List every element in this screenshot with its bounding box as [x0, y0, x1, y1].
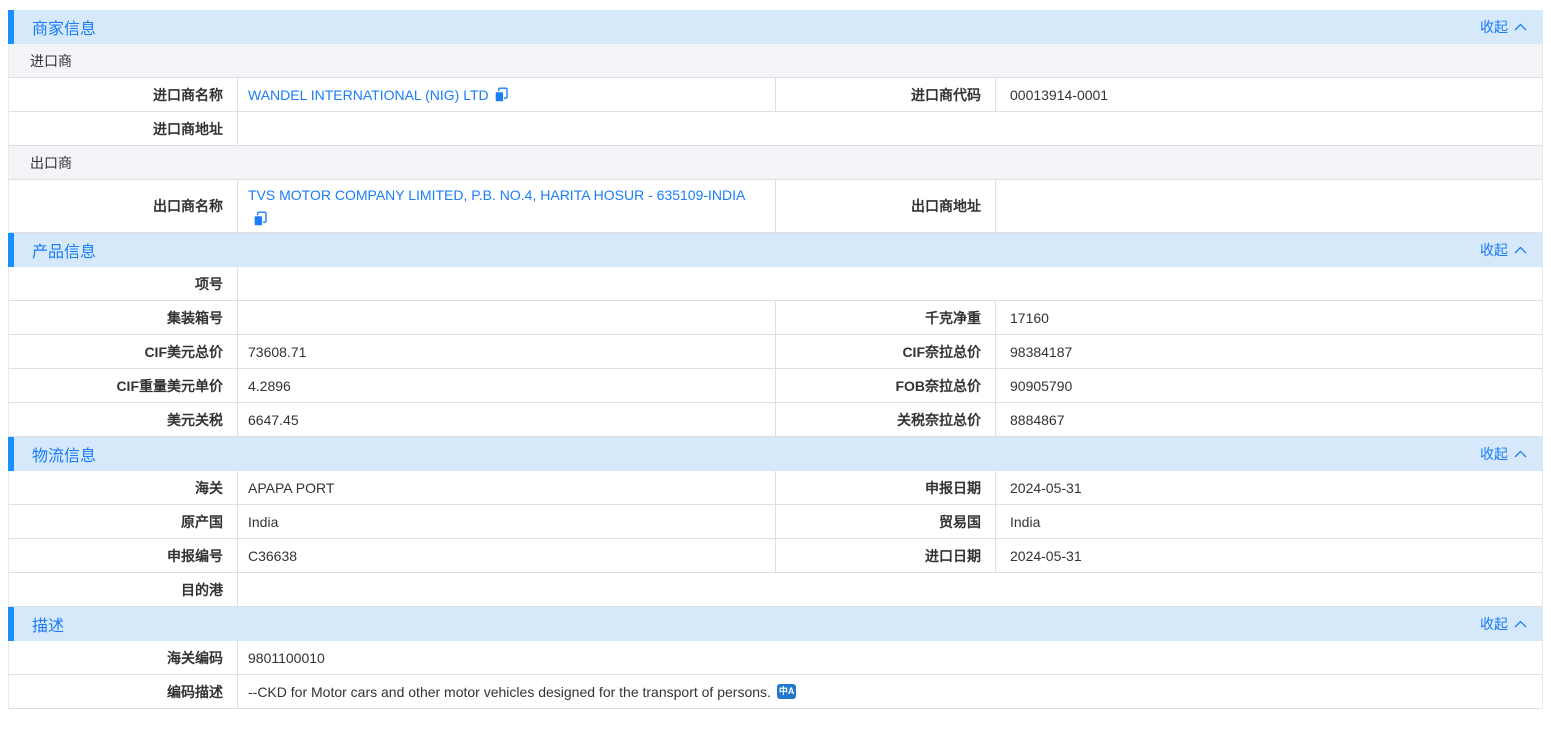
group-row-importer: 进口商: [9, 44, 1542, 78]
translate-icon[interactable]: 中A: [777, 684, 797, 699]
collapse-label: 收起: [1480, 444, 1508, 464]
dest-port-value: [238, 573, 1542, 606]
section-product: 产品信息 收起 项号 集装箱号 千克净重 17160 CIF美元总价 73608…: [8, 233, 1543, 437]
copy-icon[interactable]: [494, 87, 508, 103]
field-label: 千克净重: [776, 301, 996, 334]
group-label: 出口商: [30, 153, 72, 173]
import-date-value: 2024-05-31: [996, 539, 1542, 572]
field-label: 编码描述: [9, 675, 238, 708]
collapse-toggle-logistics[interactable]: 收起: [1480, 444, 1527, 464]
product-table: 项号 集装箱号 千克净重 17160 CIF美元总价 73608.71 CIF奈…: [8, 267, 1543, 437]
table-row: 项号: [9, 267, 1542, 301]
exporter-name-cell: TVS MOTOR COMPANY LIMITED, P.B. NO.4, HA…: [238, 180, 776, 232]
field-label: 出口商名称: [9, 180, 238, 232]
collapse-label: 收起: [1480, 240, 1508, 260]
merchant-table: 进口商 进口商名称 WANDEL INTERNATIONAL (NIG) LTD…: [8, 44, 1543, 233]
table-row: 海关 APAPA PORT 申报日期 2024-05-31: [9, 471, 1542, 505]
field-label: 申报编号: [9, 539, 238, 572]
table-row: 编码描述 --CKD for Motor cars and other moto…: [9, 675, 1542, 709]
importer-address-value: [238, 112, 1542, 145]
exporter-name-link[interactable]: TVS MOTOR COMPANY LIMITED, P.B. NO.4, HA…: [248, 187, 745, 203]
group-row-exporter: 出口商: [9, 146, 1542, 180]
field-label: 进口商代码: [776, 78, 996, 111]
duty-naira-total-value: 8884867: [996, 403, 1542, 436]
section-title-product: 产品信息: [32, 238, 96, 262]
exporter-address-value: [996, 180, 1542, 232]
importer-code-value: 00013914-0001: [996, 78, 1542, 111]
field-label: 关税奈拉总价: [776, 403, 996, 436]
field-label: 进口日期: [776, 539, 996, 572]
field-label: 申报日期: [776, 471, 996, 504]
table-row: 美元关税 6647.45 关税奈拉总价 8884867: [9, 403, 1542, 437]
customs-value: APAPA PORT: [238, 471, 776, 504]
section-merchant: 商家信息 收起 进口商 进口商名称 WANDEL INTERNATIONAL (…: [8, 10, 1543, 233]
trade-country-value: India: [996, 505, 1542, 538]
importer-name-cell: WANDEL INTERNATIONAL (NIG) LTD: [238, 78, 776, 111]
section-header-description: 描述 收起: [8, 607, 1543, 641]
table-row: 原产国 India 贸易国 India: [9, 505, 1542, 539]
field-label: CIF奈拉总价: [776, 335, 996, 368]
field-label: 出口商地址: [776, 180, 996, 232]
section-title-description: 描述: [32, 612, 64, 636]
copy-icon[interactable]: [253, 211, 267, 227]
table-row: 出口商名称 TVS MOTOR COMPANY LIMITED, P.B. NO…: [9, 180, 1542, 233]
table-row: 集装箱号 千克净重 17160: [9, 301, 1542, 335]
section-title-logistics: 物流信息: [32, 442, 96, 466]
table-row: 进口商地址: [9, 112, 1542, 146]
usd-duty-value: 6647.45: [238, 403, 776, 436]
code-desc-cell: --CKD for Motor cars and other motor veh…: [238, 675, 1542, 708]
section-description: 描述 收起 海关编码 9801100010 编码描述 --CKD for Mot…: [8, 607, 1543, 709]
section-header-logistics: 物流信息 收起: [8, 437, 1543, 471]
collapse-label: 收起: [1480, 17, 1508, 37]
trade-record-page: 商家信息 收起 进口商 进口商名称 WANDEL INTERNATIONAL (…: [0, 0, 1551, 713]
section-header-product: 产品信息 收起: [8, 233, 1543, 267]
field-label: 海关: [9, 471, 238, 504]
code-desc-value: --CKD for Motor cars and other motor veh…: [248, 684, 771, 700]
chevron-up-icon: [1514, 450, 1527, 458]
section-logistics: 物流信息 收起 海关 APAPA PORT 申报日期 2024-05-31 原产…: [8, 437, 1543, 607]
field-label: CIF重量美元单价: [9, 369, 238, 402]
field-label: 原产国: [9, 505, 238, 538]
importer-name-link[interactable]: WANDEL INTERNATIONAL (NIG) LTD: [248, 87, 489, 103]
chevron-up-icon: [1514, 246, 1527, 254]
field-label: CIF美元总价: [9, 335, 238, 368]
field-label: 海关编码: [9, 641, 238, 674]
table-row: CIF重量美元单价 4.2896 FOB奈拉总价 90905790: [9, 369, 1542, 403]
section-title-merchant: 商家信息: [32, 15, 96, 39]
field-label: 贸易国: [776, 505, 996, 538]
declare-date-value: 2024-05-31: [996, 471, 1542, 504]
cif-usd-total-value: 73608.71: [238, 335, 776, 368]
field-label: 目的港: [9, 573, 238, 606]
field-label: 美元关税: [9, 403, 238, 436]
cif-naira-total-value: 98384187: [996, 335, 1542, 368]
collapse-toggle-product[interactable]: 收起: [1480, 240, 1527, 260]
declare-no-value: C36638: [238, 539, 776, 572]
item-no-value: [238, 267, 1542, 300]
table-row: 海关编码 9801100010: [9, 641, 1542, 675]
field-label: 进口商名称: [9, 78, 238, 111]
table-row: 目的港: [9, 573, 1542, 607]
fob-naira-total-value: 90905790: [996, 369, 1542, 402]
collapse-label: 收起: [1480, 614, 1508, 634]
chevron-up-icon: [1514, 620, 1527, 628]
container-no-value: [238, 301, 776, 334]
field-label: 项号: [9, 267, 238, 300]
field-label: 进口商地址: [9, 112, 238, 145]
description-table: 海关编码 9801100010 编码描述 --CKD for Motor car…: [8, 641, 1543, 709]
group-label: 进口商: [30, 51, 72, 71]
origin-country-value: India: [238, 505, 776, 538]
chevron-up-icon: [1514, 23, 1527, 31]
section-header-merchant: 商家信息 收起: [8, 10, 1543, 44]
hs-code-value: 9801100010: [238, 641, 1542, 674]
table-row: CIF美元总价 73608.71 CIF奈拉总价 98384187: [9, 335, 1542, 369]
collapse-toggle-description[interactable]: 收起: [1480, 614, 1527, 634]
table-row: 进口商名称 WANDEL INTERNATIONAL (NIG) LTD 进口商…: [9, 78, 1542, 112]
net-weight-value: 17160: [996, 301, 1542, 334]
collapse-toggle-merchant[interactable]: 收起: [1480, 17, 1527, 37]
field-label: FOB奈拉总价: [776, 369, 996, 402]
cif-usd-unit-price-value: 4.2896: [238, 369, 776, 402]
field-label: 集装箱号: [9, 301, 238, 334]
logistics-table: 海关 APAPA PORT 申报日期 2024-05-31 原产国 India …: [8, 471, 1543, 607]
table-row: 申报编号 C36638 进口日期 2024-05-31: [9, 539, 1542, 573]
